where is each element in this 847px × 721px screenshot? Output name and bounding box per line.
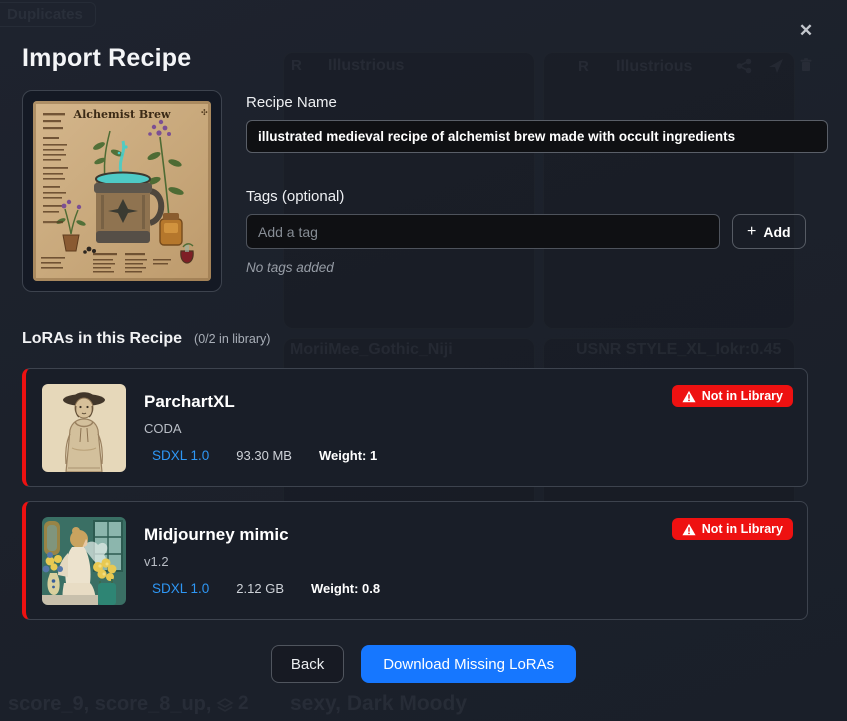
lora-thumbnail [42,517,126,605]
backdrop-count: 2 [238,693,249,715]
thumbnail-title: Alchemist Brew [73,108,171,121]
warning-icon [682,390,696,403]
lora-file-size: 2.12 GB [236,581,284,596]
loras-section-heading: LoRAs in this Recipe (0/2 in library) [22,330,270,348]
trash-icon [798,57,814,78]
lora-version: v1.2 [144,554,380,569]
plus-icon: + [747,223,756,241]
lora-base-model[interactable]: SDXL 1.0 [152,448,209,463]
backdrop-model-badge: R [291,57,302,74]
status-badge-label: Not in Library [702,522,783,536]
recipe-name-label: Recipe Name [246,94,337,111]
warning-icon [682,523,696,536]
sketch-portrait-image [42,384,126,472]
backdrop-prompt-text: score_9, score_8_up, [8,693,211,716]
lora-info: ParchartXL CODA SDXL 1.0 93.30 MB Weight… [144,392,377,463]
lora-base-model[interactable]: SDXL 1.0 [152,581,209,596]
lora-thumbnail [42,384,126,472]
download-missing-loras-button[interactable]: Download Missing LoRAs [361,645,576,683]
page-title: Import Recipe [22,44,191,73]
lora-card-midjourney-mimic: Midjourney mimic v1.2 SDXL 1.0 2.12 GB W… [22,501,808,620]
loras-heading-text: LoRAs in this Recipe [22,330,182,348]
loras-library-count: (0/2 in library) [194,332,270,346]
backdrop-card [543,52,795,329]
lora-card-parchartxl: ParchartXL CODA SDXL 1.0 93.30 MB Weight… [22,368,808,487]
layers-icon [216,697,234,720]
modal-footer: Back Download Missing LoRAs [0,645,847,683]
victorian-painting-image [42,517,126,605]
back-button[interactable]: Back [271,645,344,683]
import-recipe-modal: Duplicates R Illustrious R Illustrious M… [0,0,847,721]
alchemist-brew-illustration: Alchemist Brew [33,101,211,281]
backdrop-prompt-text: sexy, Dark Moody [290,692,467,716]
no-tags-text: No tags added [246,260,334,275]
add-tag-label: Add [763,224,790,240]
backdrop-card-text: USNR STYLE_XL_lokr:0.45 [576,341,781,359]
send-icon [768,58,784,79]
close-icon[interactable]: ✕ [793,18,819,44]
backdrop-model-name: Illustrious [616,58,692,76]
backdrop-model-badge: R [578,58,589,75]
lora-weight: Weight: 0.8 [311,581,380,596]
lora-name: Midjourney mimic [144,525,380,545]
lora-file-size: 93.30 MB [236,448,292,463]
lora-version: CODA [144,421,377,436]
backdrop-card-text: MoriiMee_Gothic_Niji [290,341,453,359]
recipe-thumbnail: Alchemist Brew [22,90,222,292]
tag-input[interactable] [246,214,720,249]
status-badge-not-in-library: Not in Library [672,385,793,407]
add-tag-button[interactable]: + Add [732,214,806,249]
lora-meta: SDXL 1.0 2.12 GB Weight: 0.8 [152,581,380,596]
lora-name: ParchartXL [144,392,377,412]
lora-weight: Weight: 1 [319,448,377,463]
recipe-name-input[interactable] [246,120,828,153]
status-badge-not-in-library: Not in Library [672,518,793,540]
lora-meta: SDXL 1.0 93.30 MB Weight: 1 [152,448,377,463]
status-badge-label: Not in Library [702,389,783,403]
thumbnail-corner-mark: ✣ [201,108,208,117]
backdrop-duplicates-button: Duplicates [0,2,96,27]
backdrop-model-name: Illustrious [328,57,404,75]
tags-label: Tags (optional) [246,188,344,205]
share-icon [736,58,752,79]
lora-info: Midjourney mimic v1.2 SDXL 1.0 2.12 GB W… [144,525,380,596]
